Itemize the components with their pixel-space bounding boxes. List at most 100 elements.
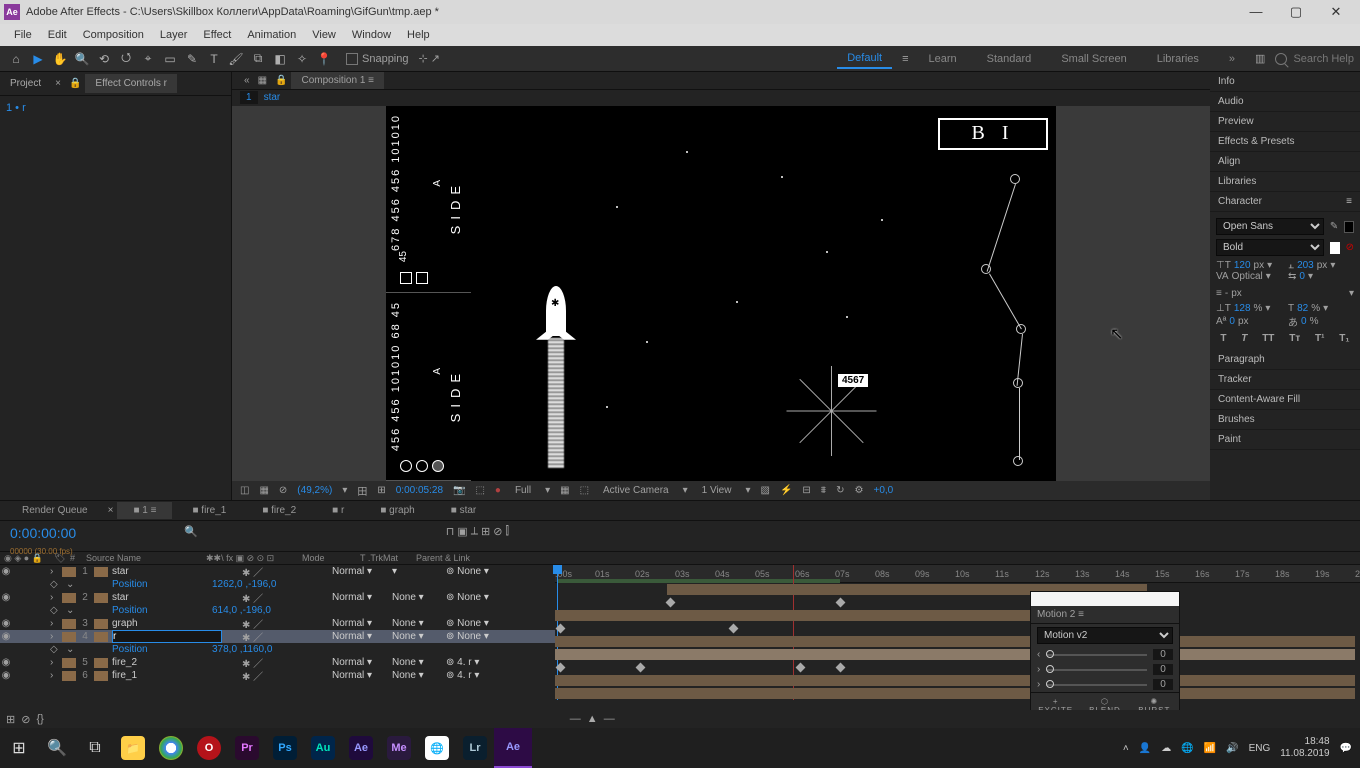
panel-paragraph[interactable]: Paragraph (1210, 350, 1360, 370)
path-vertex[interactable] (1013, 378, 1023, 388)
task-view-button[interactable]: ⧉ (76, 728, 114, 768)
panel-tracker[interactable]: Tracker (1210, 370, 1360, 390)
menu-layer[interactable]: Layer (152, 29, 196, 41)
menu-animation[interactable]: Animation (239, 29, 304, 41)
motion2-preset-select[interactable]: Motion v2 (1037, 627, 1173, 644)
arrow-down-icon[interactable]: › (1037, 679, 1040, 690)
zoom-level[interactable]: (49,2%) (297, 485, 332, 496)
tab-graph[interactable]: ■ graph (364, 502, 430, 519)
panel-menu-icon[interactable]: ≡ (1346, 196, 1352, 207)
toggle-in-out-icon[interactable]: {} (36, 713, 43, 725)
panel-info[interactable]: Info (1210, 72, 1360, 92)
audition-icon[interactable]: Au (304, 728, 342, 768)
layer-name[interactable]: star (264, 92, 281, 103)
slider-1[interactable] (1046, 654, 1147, 656)
arrow-right-icon[interactable]: › (1037, 664, 1040, 675)
tab-fire-1[interactable]: ■ fire_1 (176, 502, 242, 519)
zoom-in-icon[interactable]: — (604, 713, 615, 725)
chrome-icon[interactable] (152, 728, 190, 768)
menu-edit[interactable]: Edit (40, 29, 75, 41)
mask-icon[interactable]: ⊘ (279, 485, 287, 496)
workspace-learn[interactable]: Learn (919, 50, 967, 68)
panel-effects-presets[interactable]: Effects & Presets (1210, 132, 1360, 152)
menu-file[interactable]: File (6, 29, 40, 41)
roto-tool-icon[interactable]: ✧ (292, 49, 312, 69)
layer-row[interactable]: ◉›1star✱ ／Normal ▾ ▾⊚ None ▾ (0, 565, 555, 578)
zoom-out-icon[interactable]: — (570, 713, 581, 725)
tab-comp-1[interactable]: ■ 1 ≡ (117, 502, 172, 519)
menu-window[interactable]: Window (344, 29, 399, 41)
tab-render-queue[interactable]: Render Queue (6, 502, 104, 519)
workspace-default[interactable]: Default (837, 49, 892, 69)
vscale-value[interactable]: 128 (1234, 303, 1251, 314)
workspace-menu-icon[interactable]: ≡ (902, 53, 908, 65)
cloud-icon[interactable]: ☁ (1161, 743, 1171, 754)
slider-3-value[interactable]: 0 (1153, 679, 1173, 690)
clock[interactable]: 18:48 11.08.2019 (1280, 736, 1329, 760)
panel-menu-icon[interactable]: ▥ (1255, 52, 1265, 65)
close-icon[interactable]: × (108, 505, 114, 516)
close-button[interactable]: ✕ (1316, 0, 1356, 24)
slider-2-value[interactable]: 0 (1153, 664, 1173, 675)
eyedropper-icon[interactable]: ✎ (1330, 221, 1338, 232)
italic-button[interactable]: T (1241, 333, 1247, 344)
menu-effect[interactable]: Effect (195, 29, 239, 41)
search-help[interactable]: Search Help (1275, 53, 1354, 65)
panel-align[interactable]: Align (1210, 152, 1360, 172)
snapping-toggle[interactable]: Snapping ⊹ ↗ (346, 52, 440, 65)
menu-help[interactable]: Help (399, 29, 438, 41)
3d-icon[interactable]: ⬚ (580, 485, 589, 496)
font-family-select[interactable]: Open Sans (1216, 218, 1324, 235)
show-channel-icon[interactable]: ● (495, 485, 501, 496)
resolution-select[interactable]: Full (511, 484, 535, 497)
panel-paint[interactable]: Paint (1210, 430, 1360, 450)
rotate-tool-icon[interactable]: ⭯ (116, 49, 136, 69)
motion2-panel[interactable]: Motion 2 ≡ Motion v2 ‹0 ›0 ›0 + EXCITE ⬡… (1030, 591, 1180, 720)
start-button[interactable]: ⊞ (0, 728, 38, 768)
premiere-icon[interactable]: Pr (228, 728, 266, 768)
reset-icon[interactable]: ↻ (836, 485, 844, 496)
workspace-smallscreen[interactable]: Small Screen (1051, 50, 1136, 68)
stroke-width-value[interactable]: - (1225, 288, 1228, 299)
allcaps-button[interactable]: TT (1262, 333, 1274, 344)
fast-preview-icon[interactable]: ⚡ (780, 485, 792, 496)
misc-app-icon[interactable]: 🌐 (418, 728, 456, 768)
col-mode[interactable]: Mode (298, 553, 356, 563)
no-color-icon[interactable]: ⊘ (1346, 242, 1354, 253)
lightroom-icon[interactable]: Lr (456, 728, 494, 768)
tab-close-icon[interactable]: × (51, 78, 65, 89)
slider-2[interactable] (1046, 669, 1147, 671)
path-vertex[interactable] (1013, 456, 1023, 466)
shape-tool-icon[interactable]: ▭ (160, 49, 180, 69)
baseline-value[interactable]: 0 (1229, 316, 1235, 327)
view-select[interactable]: 1 View (698, 484, 736, 497)
timeline-icon[interactable]: ⊟ (802, 485, 810, 496)
tab-project[interactable]: Project (0, 74, 51, 93)
path-vertex[interactable] (1010, 174, 1020, 184)
current-time[interactable]: 0:00:05:28 (396, 485, 443, 496)
bold-button[interactable]: T (1220, 333, 1226, 344)
lock-icon[interactable]: 🔒 (65, 78, 85, 89)
timeline-search-icon[interactable]: 🔍 (180, 521, 202, 551)
snapshot-icon[interactable]: 📷 (453, 485, 465, 496)
minimize-button[interactable]: — (1236, 0, 1276, 24)
clone-tool-icon[interactable]: ⧉ (248, 49, 268, 69)
hand-tool-icon[interactable]: ✋ (50, 49, 70, 69)
pen-tool-icon[interactable]: ✎ (182, 49, 202, 69)
wifi-icon[interactable]: 📶 (1204, 743, 1216, 754)
puppet-tool-icon[interactable]: 📍 (314, 49, 334, 69)
volume-icon[interactable]: 🔊 (1226, 743, 1238, 754)
smallcaps-button[interactable]: Tᴛ (1289, 333, 1300, 344)
layer-row[interactable]: ◉›6fire_1✱ ／Normal ▾None ▾⊚ 4. r ▾ (0, 669, 555, 682)
draft3d-icon[interactable]: ▣ (457, 525, 467, 547)
after-effects-icon[interactable]: Ae (342, 728, 380, 768)
tab-composition[interactable]: Composition 1 ≡ (291, 72, 384, 89)
region-icon[interactable]: ⬚ (475, 485, 484, 496)
tray-up-icon[interactable]: ˄ (1123, 743, 1129, 754)
nav-back-icon[interactable]: « (240, 75, 254, 86)
channel-icon[interactable]: ▦ (259, 485, 268, 496)
arrow-left-icon[interactable]: ‹ (1037, 649, 1040, 660)
menu-view[interactable]: View (304, 29, 344, 41)
orbit-tool-icon[interactable]: ⟲ (94, 49, 114, 69)
hide-shy-icon[interactable]: ⟂ (471, 525, 478, 547)
